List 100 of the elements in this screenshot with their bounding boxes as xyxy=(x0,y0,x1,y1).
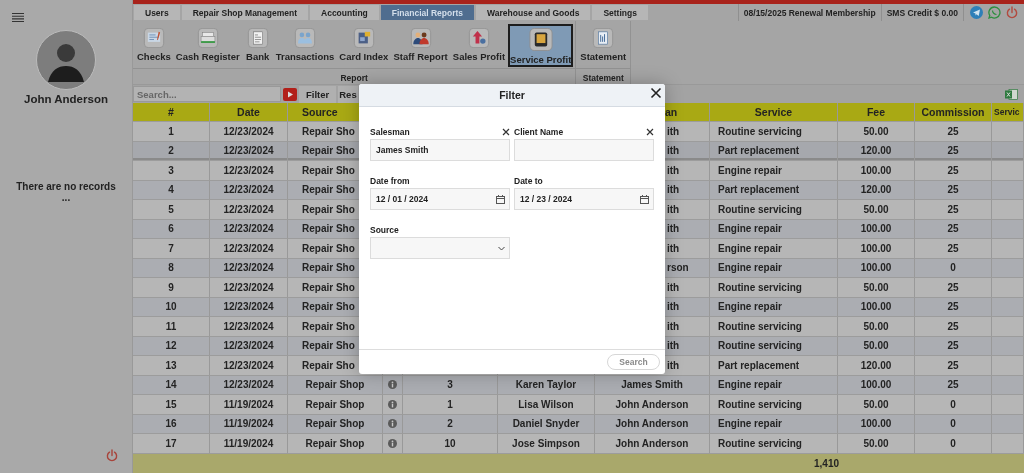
table-cell: 120.00 xyxy=(860,359,892,371)
column-header: an xyxy=(665,106,678,118)
table-cell: Repair Shop xyxy=(305,437,365,449)
table-cell: 25 xyxy=(947,281,959,293)
table-cell: 9 xyxy=(168,281,174,293)
table-cell: 16 xyxy=(165,418,177,430)
table-cell: 12/23/2024 xyxy=(223,203,274,215)
column-header: Fee xyxy=(866,106,886,118)
table-cell: 100.00 xyxy=(860,379,892,391)
table-cell: 0 xyxy=(950,262,956,274)
user-name: John Anderson xyxy=(24,93,108,105)
table-cell: Repair Sho xyxy=(302,281,355,293)
table-cell: 50.00 xyxy=(863,125,889,137)
table-cell: 4 xyxy=(168,184,174,196)
table-cell: Repair Sho xyxy=(302,125,355,137)
table-cell: rson xyxy=(667,262,689,274)
table-cell: 15 xyxy=(165,398,177,410)
table-cell: 25 xyxy=(947,379,959,391)
group-label: Report xyxy=(339,72,369,83)
table-cell: 100.00 xyxy=(860,418,892,430)
table-cell: Repair Sho xyxy=(302,223,355,235)
ellipsis: ... xyxy=(61,192,71,203)
table-cell: 12 xyxy=(165,340,177,352)
table-cell: Engine repair xyxy=(718,301,782,313)
table-cell: Lisa Wilson xyxy=(518,398,574,410)
table-cell: 100.00 xyxy=(860,223,892,235)
table-cell: 25 xyxy=(947,223,959,235)
table-cell: ith xyxy=(667,359,680,371)
table-cell: 25 xyxy=(947,203,959,215)
column-header: Service xyxy=(754,106,793,118)
table-cell: 2 xyxy=(168,145,174,157)
table-cell: 12/23/2024 xyxy=(223,379,274,391)
table-cell: 1 xyxy=(447,398,453,410)
table-cell: Routine servicing xyxy=(718,398,802,410)
table-cell: James Smith xyxy=(621,379,683,391)
table-cell: Repair Sho xyxy=(302,203,355,215)
table-cell: John Anderson xyxy=(615,437,689,449)
table-cell: ith xyxy=(667,340,680,352)
table-cell: 3 xyxy=(168,164,174,176)
table-cell: 25 xyxy=(947,145,959,157)
column-header: # xyxy=(168,106,174,118)
table-cell: 100.00 xyxy=(860,301,892,313)
table-cell: 11/19/2024 xyxy=(223,437,274,449)
table-cell: 0 xyxy=(950,398,956,410)
table-cell: ith xyxy=(667,125,680,137)
table-cell: 14 xyxy=(165,379,177,391)
table-cell: Routine servicing xyxy=(718,340,802,352)
table-cell: Repair Sho xyxy=(302,164,355,176)
table-cell: 12/23/2024 xyxy=(223,320,274,332)
table-cell: Engine repair xyxy=(718,379,782,391)
table-cell: Engine repair xyxy=(718,164,782,176)
table-cell: Repair Sho xyxy=(302,262,355,274)
table-cell: 11/19/2024 xyxy=(223,398,274,410)
field-label: Date from xyxy=(370,175,410,186)
table-cell: 100.00 xyxy=(860,262,892,274)
table-cell: 12/23/2024 xyxy=(223,184,274,196)
table-cell: ith xyxy=(667,203,680,215)
field-label: Date to xyxy=(514,175,543,186)
table-cell: Part replacement xyxy=(718,184,800,196)
table-cell: 1 xyxy=(168,125,174,137)
table-cell: 10 xyxy=(444,437,456,449)
table-cell: Repair Sho xyxy=(302,145,355,157)
table-cell: ith xyxy=(667,281,680,293)
table-cell: 25 xyxy=(947,164,959,176)
field-label: Source xyxy=(370,224,399,235)
table-cell: ith xyxy=(667,164,680,176)
table-cell: 8 xyxy=(168,262,174,274)
table-cell: Engine repair xyxy=(718,242,782,254)
table-cell: ith xyxy=(667,145,680,157)
table-cell: 10 xyxy=(165,301,177,313)
table-cell: 50.00 xyxy=(863,281,889,293)
table-cell: Routine servicing xyxy=(718,281,802,293)
table-cell: Routine servicing xyxy=(718,125,802,137)
fee-total: 1,410 xyxy=(813,457,840,469)
table-cell: Repair Shop xyxy=(305,379,365,391)
table-cell: 0 xyxy=(950,418,956,430)
table-cell: 12/23/2024 xyxy=(223,359,274,371)
table-cell: Routine servicing xyxy=(718,437,802,449)
table-cell: 120.00 xyxy=(860,184,892,196)
table-cell: 12/23/2024 xyxy=(223,145,274,157)
table-cell: 25 xyxy=(947,242,959,254)
table-cell: 120.00 xyxy=(860,145,892,157)
group-label: Statement xyxy=(581,72,625,83)
table-cell: 25 xyxy=(947,184,959,196)
table-cell: Repair Sho xyxy=(302,301,355,313)
table-cell: 12/23/2024 xyxy=(223,242,274,254)
table-cell: 50.00 xyxy=(863,398,889,410)
table-cell: Karen Taylor xyxy=(515,379,577,391)
table-cell: 12/23/2024 xyxy=(223,340,274,352)
column-header: Source xyxy=(302,106,338,118)
table-cell: Engine repair xyxy=(718,262,782,274)
field-label: Salesman xyxy=(370,126,410,137)
table-cell: 100.00 xyxy=(860,242,892,254)
table-cell: 50.00 xyxy=(863,340,889,352)
table-cell: Repair Sho xyxy=(302,320,355,332)
table-cell: Engine repair xyxy=(718,418,782,430)
table-cell: Repair Shop xyxy=(305,398,365,410)
table-cell: Routine servicing xyxy=(718,203,802,215)
column-header: Servic xyxy=(994,107,1020,117)
table-cell: Repair Sho xyxy=(302,359,355,371)
